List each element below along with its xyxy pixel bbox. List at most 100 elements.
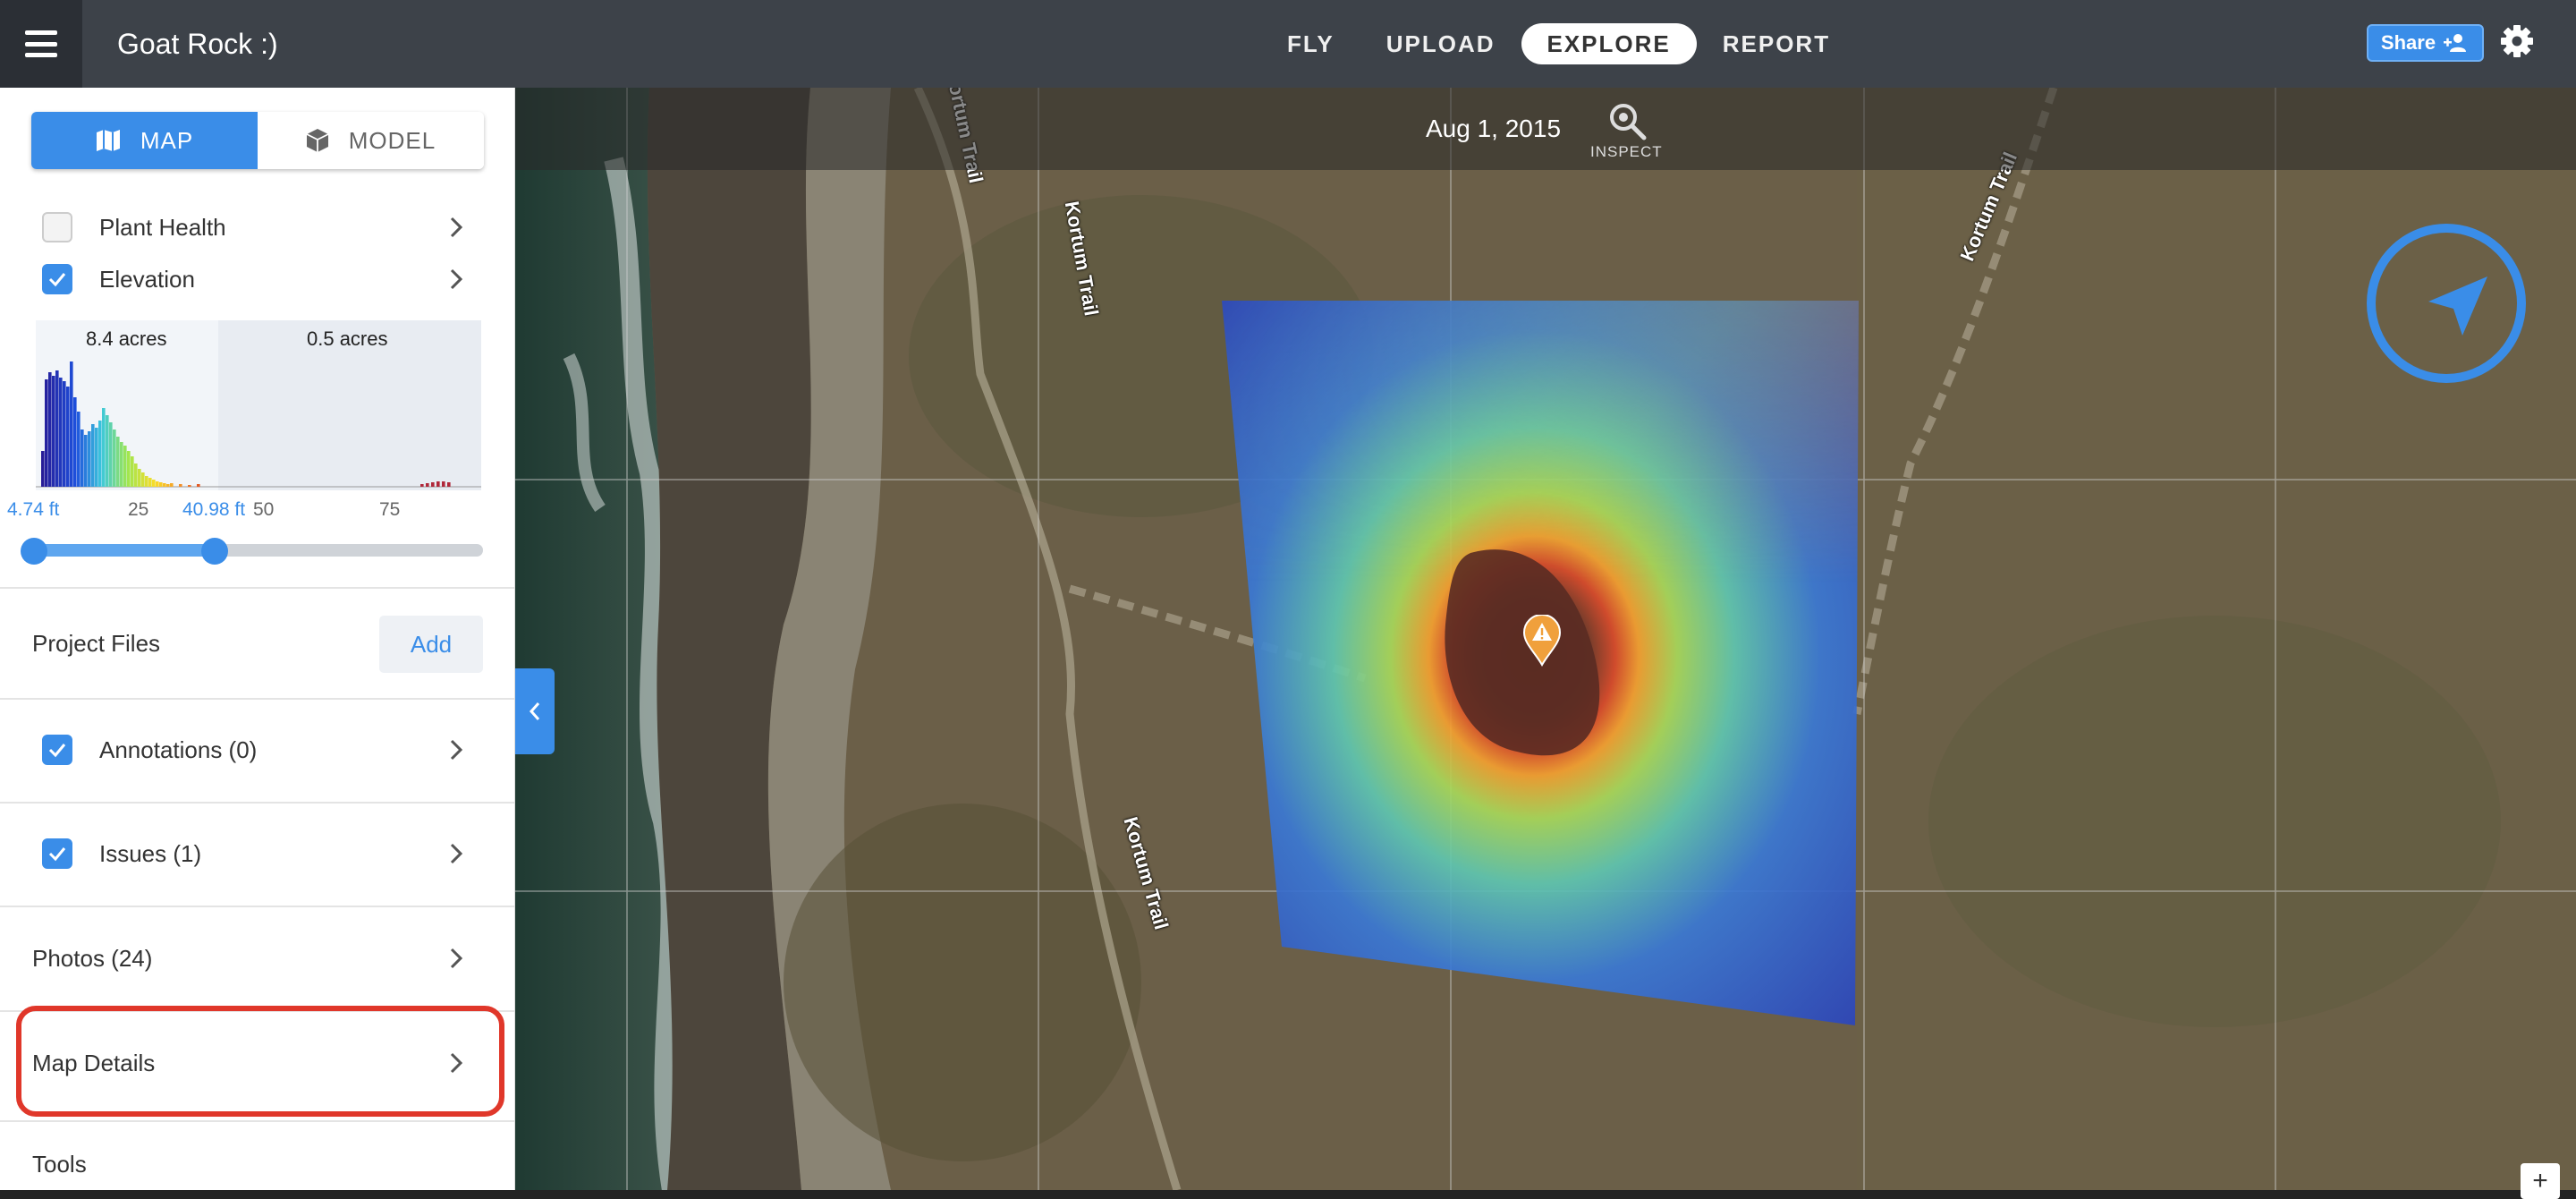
histogram-bar [131,456,134,487]
histogram-bar [141,472,145,487]
add-file-button[interactable]: Add [379,616,483,673]
layer-plant-health[interactable]: Plant Health [0,201,514,253]
histogram-bar [77,412,80,487]
range-max-label: 40.98 ft [182,499,246,520]
issues-checkbox[interactable] [42,838,72,869]
elevation-label: Elevation [99,265,195,293]
tab-upload[interactable]: UPLOAD [1360,23,1521,64]
map-icon [96,130,120,151]
histogram-bar [45,379,48,487]
magnifier-icon[interactable] [1607,101,1648,142]
divider [0,587,514,589]
elevation-histogram: 8.4 acres 0.5 acres [36,320,481,490]
histogram-bar [70,361,73,487]
photos-label: Photos (24) [32,944,153,972]
tab-fly[interactable]: FLY [1261,23,1360,64]
menu-button[interactable] [0,0,82,88]
model-view-label: MODEL [348,126,436,154]
axis-tick-50: 50 [253,499,275,520]
histogram-bar [116,437,120,487]
elevation-max-handle[interactable] [201,538,228,565]
share-button[interactable]: Share [2367,24,2484,62]
add-user-icon [2444,34,2467,52]
histogram-bar [41,451,45,487]
axis-tick-25: 25 [128,499,149,520]
histogram-bar [48,372,52,487]
capture-date[interactable]: Aug 1, 2015 [1426,115,1561,143]
histogram-bar [98,421,102,487]
histogram-bar [80,429,84,487]
histogram-bar [59,378,63,487]
chevron-right-icon[interactable] [447,216,465,239]
tab-report[interactable]: REPORT [1697,23,1856,64]
gear-icon[interactable] [2499,23,2535,59]
checkmark-icon [48,847,66,862]
checkmark-icon [48,273,66,287]
histogram-bar [152,480,156,487]
project-title: Goat Rock :) [117,28,278,60]
histogram-bar [123,446,127,487]
zoom-in-button[interactable]: + [2521,1163,2560,1199]
map-view-button[interactable]: MAP [31,112,258,169]
layer-elevation[interactable]: Elevation [0,253,514,305]
sidebar: MAP MODEL Plant Health Elevation 8.4 acr… [0,88,515,1190]
top-bar: Goat Rock :) FLY UPLOAD EXPLORE REPORT S… [0,0,2576,88]
share-label: Share [2380,31,2436,54]
histogram-bar [159,482,163,487]
histogram-bar [166,484,170,487]
collapse-sidebar-button[interactable] [515,668,555,754]
histogram-bar [179,484,182,487]
model-view-button[interactable]: MODEL [258,112,484,169]
histogram-bar [113,429,116,487]
map-details-highlight [16,1006,504,1117]
histogram-bar [91,424,95,487]
histogram-bar [127,451,131,487]
histogram-bar [73,397,77,487]
histogram-bar [134,463,138,487]
histogram-bar [66,387,70,487]
view-toggle: MAP MODEL [31,112,484,169]
histogram-bar [95,428,98,487]
histogram-bar [138,469,141,487]
issue-pin-icon[interactable] [1522,615,1562,667]
histogram-bar [447,482,451,487]
main-nav: FLY UPLOAD EXPLORE REPORT [1261,23,1856,64]
chevron-right-icon[interactable] [447,738,465,761]
project-files-label: Project Files [32,630,161,657]
histogram-bar [426,483,429,487]
issues-row[interactable]: Issues (1) [0,828,514,880]
histogram-axis: 4.74 ft 25 40.98 ft 50 75 [0,499,514,526]
cube-icon [306,129,329,152]
histogram-bar [148,478,152,487]
checkmark-icon [48,744,66,758]
histogram-bar [84,435,88,487]
divider [0,698,514,700]
histogram-bar [431,482,435,487]
tab-explore[interactable]: EXPLORE [1521,23,1697,64]
histogram-bar [156,481,159,487]
hamburger-icon [25,30,57,57]
annotations-checkbox[interactable] [42,735,72,765]
divider [0,1120,514,1122]
elevation-checkbox[interactable] [42,264,72,294]
histogram-bar [442,481,445,487]
elevation-min-handle[interactable] [21,538,47,565]
histogram-bar [52,376,55,487]
photos-row[interactable]: Photos (24) [0,932,514,984]
locate-me-icon[interactable] [2364,221,2529,386]
chevron-right-icon[interactable] [447,947,465,970]
annotations-label: Annotations (0) [99,736,258,763]
histogram-bar [120,442,123,487]
chevron-right-icon[interactable] [447,842,465,865]
divider [0,906,514,907]
issues-label: Issues (1) [99,839,202,867]
plant-health-checkbox[interactable] [42,212,72,242]
tools-label: Tools [32,1151,87,1178]
histogram-bars [36,361,481,488]
histogram-bar [55,370,59,487]
histogram-bar [436,481,440,487]
histogram-bar [106,415,109,487]
chevron-right-icon[interactable] [447,268,465,291]
annotations-row[interactable]: Annotations (0) [0,724,514,776]
histogram-bar [188,485,191,487]
